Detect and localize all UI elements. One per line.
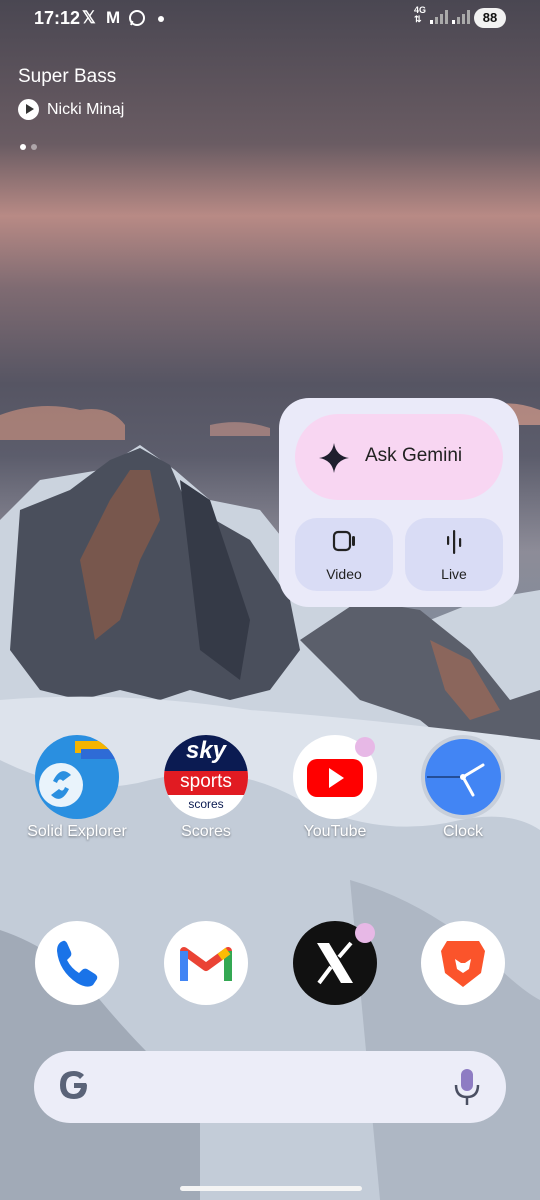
page-dot <box>31 144 37 150</box>
clock-icon <box>421 735 505 819</box>
gesture-navigation-handle[interactable] <box>180 1186 362 1191</box>
whatsapp-icon <box>129 10 145 26</box>
app-youtube[interactable]: YouTube <box>275 735 395 841</box>
app-sky-sports-scores[interactable]: sky sports scores Scores <box>146 735 266 841</box>
network-type: 4G ⇅ <box>414 5 427 24</box>
app-solid-explorer[interactable]: Solid Explorer <box>17 735 137 841</box>
x-notification-icon: 𝕏 <box>82 8 96 27</box>
app-label: Clock <box>442 823 483 840</box>
app-label: Solid Explorer <box>27 823 127 840</box>
gemini-widget: Ask Gemini Video Live <box>279 398 519 607</box>
sky-sports-scores-icon: sky sports scores <box>164 735 248 819</box>
clock-time: 17:12 <box>34 8 81 28</box>
media-artist: Nicki Minaj <box>47 100 125 118</box>
app-clock[interactable]: Clock <box>403 735 523 841</box>
microphone-icon[interactable] <box>452 1067 482 1107</box>
media-title[interactable]: Super Bass <box>18 66 116 88</box>
app-label: YouTube <box>303 823 367 840</box>
gemini-live-button[interactable]: Live <box>405 518 503 591</box>
status-bar: 17:12 𝕏 M 4G ⇅ 88 <box>0 0 540 36</box>
battery-indicator: 88 <box>474 8 506 28</box>
signal-icon-sim2 <box>452 10 470 24</box>
video-label: Video <box>326 566 362 582</box>
page-dot-active <box>20 144 26 150</box>
app-brave[interactable] <box>403 921 523 1005</box>
media-artist-row[interactable]: Nicki Minaj <box>18 99 124 120</box>
live-waveform-icon <box>447 530 462 554</box>
ask-gemini-label: Ask Gemini <box>365 445 463 466</box>
play-icon[interactable] <box>18 99 39 120</box>
gemini-sparkle-icon <box>319 443 349 473</box>
solid-explorer-icon <box>35 735 119 819</box>
gmail-icon <box>164 921 248 1005</box>
app-gmail[interactable] <box>146 921 266 1005</box>
app-label: Scores <box>181 823 231 840</box>
gemini-video-button[interactable]: Video <box>295 518 393 591</box>
google-g-icon <box>60 1071 87 1099</box>
app-phone[interactable] <box>17 921 137 1005</box>
phone-icon <box>35 921 119 1005</box>
notification-badge <box>355 923 375 943</box>
page-indicator <box>20 144 37 150</box>
video-icon <box>332 530 355 552</box>
notification-badge <box>355 737 375 757</box>
google-search-bar[interactable] <box>34 1051 506 1123</box>
ask-gemini-button[interactable]: Ask Gemini <box>295 414 503 500</box>
live-label: Live <box>441 566 467 582</box>
signal-icon-sim1 <box>430 10 448 24</box>
more-notifications-dot <box>158 16 164 22</box>
app-x[interactable] <box>275 921 395 1005</box>
brave-icon <box>421 921 505 1005</box>
gmail-notification-icon: M <box>106 8 121 27</box>
